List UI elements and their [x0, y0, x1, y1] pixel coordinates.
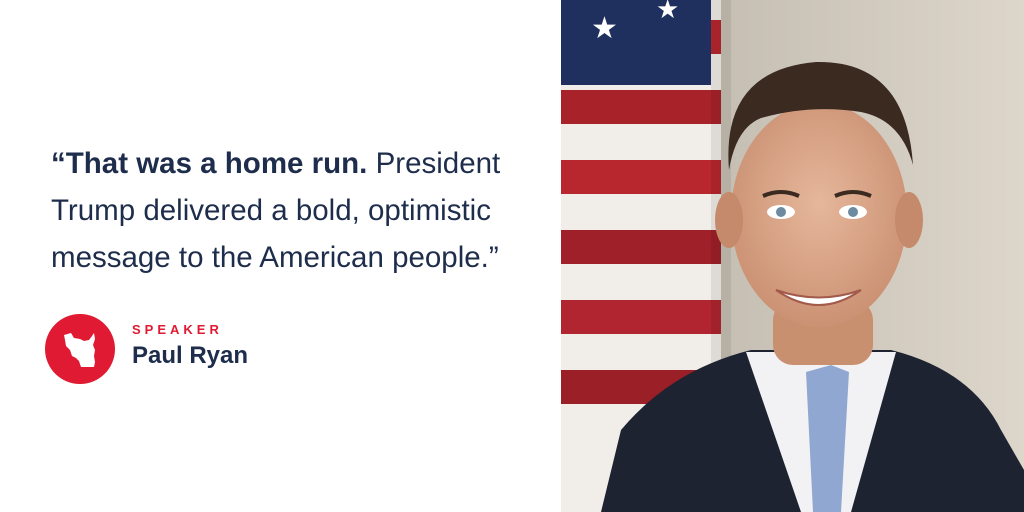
wisconsin-state-icon: [64, 333, 95, 367]
state-badge: [45, 314, 115, 384]
speaker-name: Paul Ryan: [132, 342, 249, 369]
svg-text:★: ★: [591, 11, 618, 46]
quote-panel: “That was a home run. President Trump de…: [0, 0, 561, 512]
speaker-role: SPEAKER: [132, 322, 223, 337]
portrait-illustration: ★ ★: [561, 0, 1024, 512]
quote-lead: “That was a home run.: [51, 147, 368, 180]
quote-card: “That was a home run. President Trump de…: [0, 0, 1024, 512]
portrait-photo: ★ ★: [561, 0, 1024, 512]
quote-text: “That was a home run. President Trump de…: [51, 140, 541, 281]
svg-text:★: ★: [656, 0, 679, 25]
